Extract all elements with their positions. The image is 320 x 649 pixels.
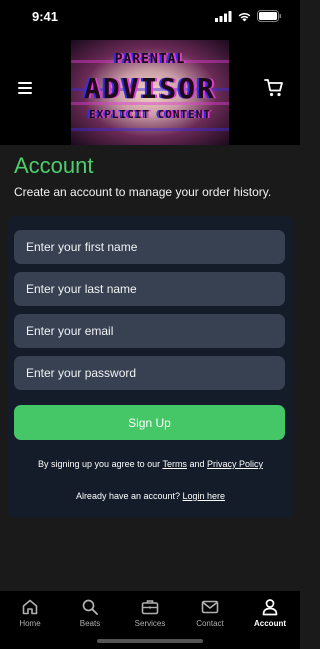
status-icons xyxy=(215,10,282,22)
login-link[interactable]: Login here xyxy=(183,491,226,501)
nav-label-account: Account xyxy=(254,619,286,628)
terms-prefix: By signing up you agree to our xyxy=(38,459,163,469)
status-time: 9:41 xyxy=(32,8,59,24)
home-indicator xyxy=(97,639,203,643)
login-prompt: Already have an account? Login here xyxy=(8,491,293,501)
nav-label-home: Home xyxy=(19,619,41,628)
login-prefix: Already have an account? xyxy=(75,491,183,501)
terms-notice: By signing up you agree to our Terms and… xyxy=(8,459,293,469)
email-field[interactable] xyxy=(14,314,285,348)
nav-label-contact: Contact xyxy=(196,619,224,628)
nav-item-home[interactable]: Home xyxy=(0,591,60,649)
last-name-field[interactable] xyxy=(14,272,285,306)
first-name-field[interactable] xyxy=(14,230,285,264)
nav-label-services: Services xyxy=(134,619,166,628)
home-icon xyxy=(22,599,38,615)
battery-icon xyxy=(257,10,282,22)
logo-line2: ADVISOR xyxy=(83,72,216,105)
hamburger-menu-icon[interactable] xyxy=(16,80,34,96)
brand-logo[interactable]: PARENTAL ADVISOR EXPLICIT CONTENT xyxy=(71,40,229,145)
signup-button[interactable]: Sign Up xyxy=(14,405,285,440)
nav-label-beats: Beats xyxy=(79,619,101,628)
signal-icon xyxy=(215,10,232,22)
logo-line3: EXPLICIT CONTENT xyxy=(89,108,211,121)
cart-icon[interactable] xyxy=(264,78,284,98)
logo-line1: PARENTAL xyxy=(114,52,186,67)
user-icon xyxy=(262,599,278,616)
search-icon xyxy=(82,599,98,615)
page-title: Account xyxy=(14,153,94,178)
mail-icon xyxy=(201,600,219,614)
status-bar: 9:41 xyxy=(0,0,300,32)
briefcase-icon xyxy=(141,600,159,615)
privacy-policy-link[interactable]: Privacy Policy xyxy=(207,459,263,469)
page-subtitle: Create an account to manage your order h… xyxy=(14,185,272,199)
signup-form: Sign Up By signing up you agree to our T… xyxy=(8,216,293,518)
terms-and: and xyxy=(186,459,207,469)
app-header: PARENTAL ADVISOR EXPLICIT CONTENT xyxy=(0,32,300,145)
terms-link[interactable]: Terms xyxy=(162,459,187,469)
nav-item-account[interactable]: Account xyxy=(240,591,300,649)
password-field[interactable] xyxy=(14,356,285,390)
wifi-icon xyxy=(238,12,251,21)
